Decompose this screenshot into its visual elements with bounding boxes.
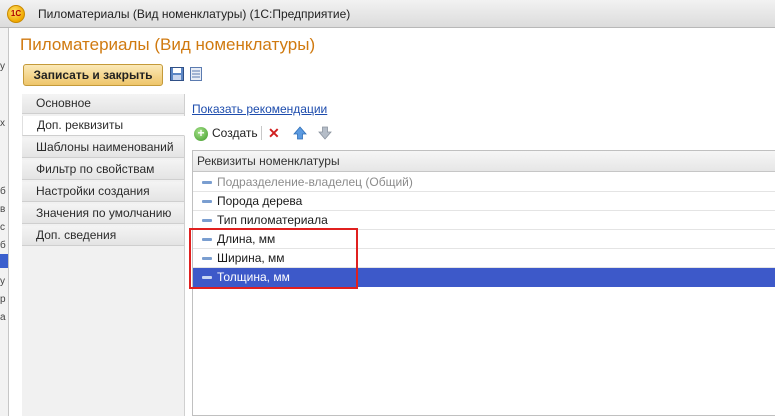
nav-item-default-values[interactable]: Значения по умолчанию (22, 204, 185, 224)
strip-char: с (0, 222, 5, 233)
table-row[interactable]: Порода дерева (193, 192, 775, 211)
form-title: Пиломатериалы (Вид номенклатуры) (20, 35, 316, 54)
create-button[interactable]: + Создать (194, 124, 258, 142)
move-down-icon[interactable] (318, 126, 332, 140)
show-recommendations-link[interactable]: Показать рекомендации (192, 102, 327, 116)
window-titlebar: 1С Пиломатериалы (Вид номенклатуры) (1С:… (0, 0, 775, 28)
form-window: Пиломатериалы (Вид номенклатуры) Записат… (10, 28, 775, 416)
table-toolbar: + Создать ✕ (192, 123, 352, 143)
strip-char: а (0, 312, 6, 323)
strip-char: у (0, 276, 5, 287)
table-row[interactable]: Подразделение-владелец (Общий) (193, 173, 775, 192)
nav-item-creation-settings[interactable]: Настройки создания (22, 182, 185, 202)
strip-char: у (0, 61, 5, 72)
save-and-close-button[interactable]: Записать и закрыть (23, 64, 163, 86)
row-dash-icon (202, 200, 212, 203)
strip-selection (0, 254, 8, 268)
strip-char: б (0, 186, 6, 197)
nav-item-additional-attributes[interactable]: Доп. реквизиты (22, 116, 185, 136)
nav-item-additional-info[interactable]: Доп. сведения (22, 226, 185, 246)
app-logo-icon: 1С (7, 5, 25, 23)
table-header[interactable]: Реквизиты номенклатуры (193, 151, 775, 172)
form-navigation-panel: Основное Доп. реквизиты Шаблоны наименов… (22, 94, 185, 416)
strip-char: б (0, 240, 6, 251)
background-window-strip: у х б в с б у р а (0, 28, 9, 416)
highlight-annotation-box (189, 228, 358, 289)
nav-item-property-filter[interactable]: Фильтр по свойствам (22, 160, 185, 180)
nav-item-name-templates[interactable]: Шаблоны наименований (22, 138, 185, 158)
delete-icon[interactable]: ✕ (268, 125, 280, 141)
nav-item-main[interactable]: Основное (22, 94, 185, 114)
plus-icon: + (194, 127, 208, 141)
row-dash-icon (202, 181, 212, 184)
window-title: Пиломатериалы (Вид номенклатуры) (1С:Пре… (38, 7, 351, 21)
save-disk-icon[interactable] (170, 67, 184, 81)
row-label: Подразделение-владелец (Общий) (217, 175, 413, 189)
row-dash-icon (202, 219, 212, 222)
create-button-label: Создать (212, 126, 258, 140)
list-icon[interactable] (190, 67, 202, 81)
move-up-icon[interactable] (293, 126, 307, 140)
toolbar-divider (261, 126, 262, 140)
row-label: Тип пиломатериала (217, 213, 328, 227)
strip-char: в (0, 204, 6, 215)
strip-char: х (0, 118, 5, 129)
row-label: Порода дерева (217, 194, 303, 208)
strip-char: р (0, 294, 6, 305)
